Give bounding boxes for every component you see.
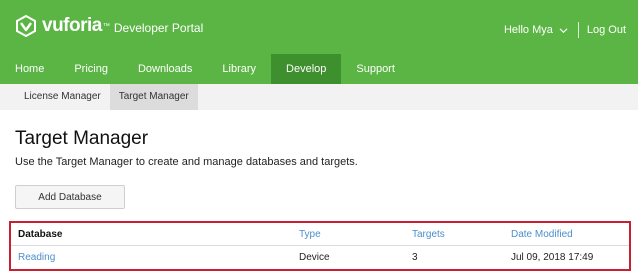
vuforia-logo-icon (16, 15, 36, 37)
user-menu: Hello Mya Log Out (504, 22, 626, 38)
table-header-row: Database Type Targets Date Modified (11, 223, 629, 246)
logout-link[interactable]: Log Out (587, 24, 626, 36)
subnav-item-license-manager[interactable]: License Manager (15, 84, 110, 110)
main-nav: Home Pricing Downloads Library Develop S… (0, 54, 410, 84)
nav-item-home[interactable]: Home (0, 54, 59, 84)
nav-item-pricing[interactable]: Pricing (59, 54, 123, 84)
nav-item-support[interactable]: Support (341, 54, 410, 84)
database-target-count: 3 (412, 252, 418, 263)
database-date-modified: Jul 09, 2018 17:49 (511, 252, 594, 263)
user-greeting[interactable]: Hello Mya (504, 24, 553, 36)
logo-trademark: ™ (102, 22, 110, 30)
nav-item-library[interactable]: Library (207, 54, 271, 84)
nav-item-develop[interactable]: Develop (271, 54, 342, 84)
column-header-targets[interactable]: Targets (412, 223, 445, 246)
database-name-link[interactable]: Reading (18, 246, 55, 269)
logo-subtitle: Developer Portal (113, 20, 204, 35)
site-header: vuforia ™ Developer Portal Hello Mya Log … (0, 0, 638, 84)
chevron-down-icon[interactable] (559, 26, 568, 35)
database-type: Device (299, 252, 330, 263)
add-database-button[interactable]: Add Database (15, 185, 125, 209)
user-menu-divider (577, 22, 579, 38)
page-description: Use the Target Manager to create and man… (15, 156, 358, 168)
column-header-date-modified[interactable]: Date Modified (511, 223, 573, 246)
sub-nav: License Manager Target Manager (0, 84, 638, 110)
table-row[interactable]: Reading Device 3 Jul 09, 2018 17:49 (11, 246, 629, 269)
page-title: Target Manager (15, 128, 149, 149)
vuforia-logo[interactable]: vuforia ™ Developer Portal (15, 15, 203, 37)
database-table: Database Type Targets Date Modified Read… (9, 221, 631, 271)
nav-item-downloads[interactable]: Downloads (123, 54, 207, 84)
subnav-item-target-manager[interactable]: Target Manager (109, 84, 198, 110)
column-header-database[interactable]: Database (18, 223, 62, 246)
logo-wordmark: vuforia (42, 15, 102, 36)
column-header-type[interactable]: Type (299, 223, 321, 246)
